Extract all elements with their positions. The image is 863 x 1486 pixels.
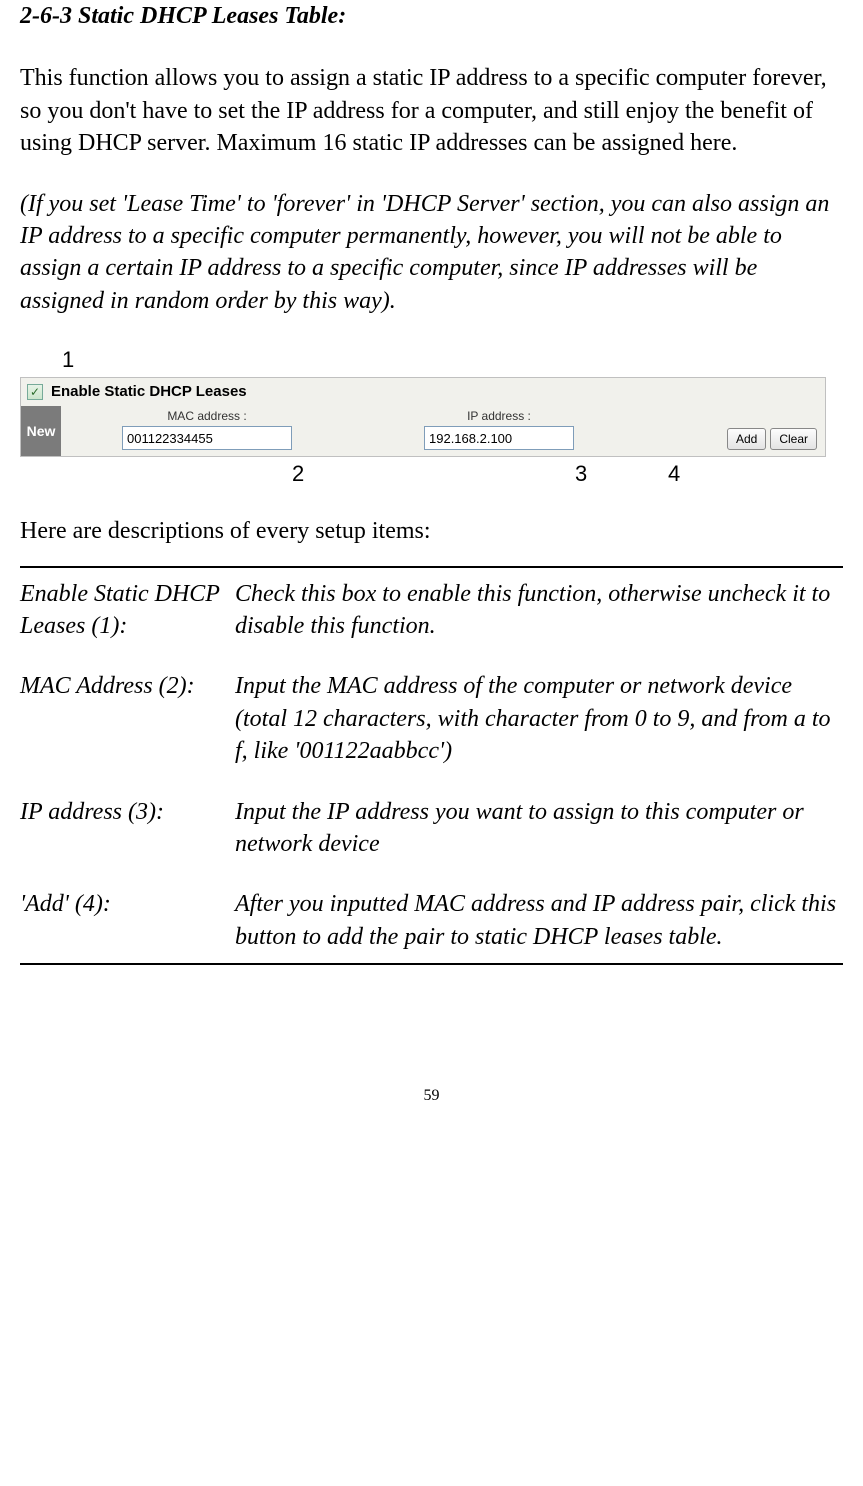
button-cell: Add Clear bbox=[725, 406, 819, 456]
section-title: 2-6-3 Static DHCP Leases Table: bbox=[20, 0, 843, 32]
dhcp-screenshot: 1 ✓ Enable Static DHCP Leases New MAC ad… bbox=[20, 345, 824, 485]
add-button[interactable]: Add bbox=[727, 428, 766, 450]
note-paragraph: (If you set 'Lease Time' to 'forever' in… bbox=[20, 188, 843, 318]
desc-text: After you inputted MAC address and IP ad… bbox=[235, 888, 843, 953]
description-table: Enable Static DHCP Leases (1): Check thi… bbox=[20, 566, 843, 966]
description-intro: Here are descriptions of every setup ite… bbox=[20, 515, 843, 547]
mac-input[interactable] bbox=[122, 426, 292, 450]
page-number: 59 bbox=[20, 1085, 843, 1107]
callouts-below: 2 3 4 bbox=[20, 457, 824, 485]
desc-row: IP address (3): Input the IP address you… bbox=[20, 796, 843, 861]
enable-row: ✓ Enable Static DHCP Leases bbox=[21, 378, 825, 406]
callout-2: 2 bbox=[292, 459, 304, 489]
mac-cell: MAC address : bbox=[61, 406, 353, 456]
ip-cell: IP address : bbox=[353, 406, 645, 456]
intro-paragraph: This function allows you to assign a sta… bbox=[20, 62, 843, 159]
desc-label: 'Add' (4): bbox=[20, 888, 235, 953]
callout-4: 4 bbox=[668, 459, 680, 489]
ip-input[interactable] bbox=[424, 426, 574, 450]
mac-header: MAC address : bbox=[167, 408, 246, 424]
ip-header: IP address : bbox=[467, 408, 531, 424]
dhcp-main-row: New MAC address : IP address : Add Clear bbox=[21, 406, 825, 456]
callout-1: 1 bbox=[62, 345, 824, 375]
enable-checkbox[interactable]: ✓ bbox=[27, 384, 43, 400]
desc-row: 'Add' (4): After you inputted MAC addres… bbox=[20, 888, 843, 953]
desc-text: Input the IP address you want to assign … bbox=[235, 796, 843, 861]
desc-label: Enable Static DHCP Leases (1): bbox=[20, 578, 235, 643]
desc-label: MAC Address (2): bbox=[20, 670, 235, 767]
desc-text: Input the MAC address of the computer or… bbox=[235, 670, 843, 767]
dhcp-box: ✓ Enable Static DHCP Leases New MAC addr… bbox=[20, 377, 826, 457]
new-row-label: New bbox=[21, 406, 61, 456]
callout-3: 3 bbox=[575, 459, 587, 489]
clear-button[interactable]: Clear bbox=[770, 428, 817, 450]
desc-label: IP address (3): bbox=[20, 796, 235, 861]
desc-row: Enable Static DHCP Leases (1): Check thi… bbox=[20, 578, 843, 643]
desc-text: Check this box to enable this function, … bbox=[235, 578, 843, 643]
desc-row: MAC Address (2): Input the MAC address o… bbox=[20, 670, 843, 767]
enable-label: Enable Static DHCP Leases bbox=[51, 382, 247, 402]
